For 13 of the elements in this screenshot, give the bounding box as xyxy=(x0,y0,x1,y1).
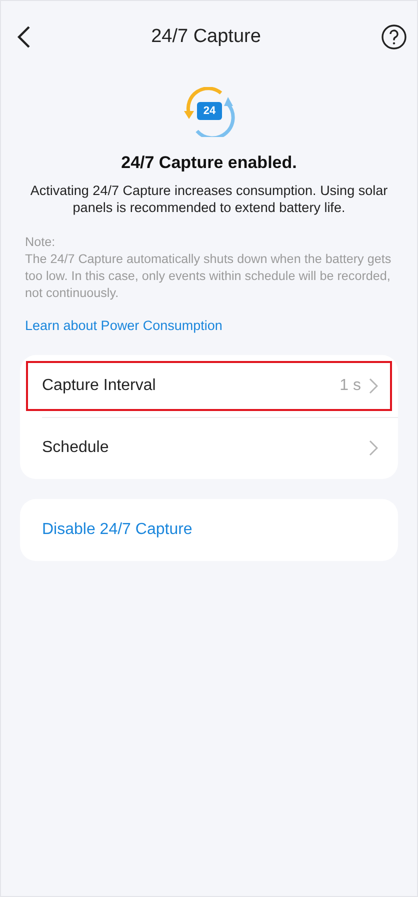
note-label: Note: xyxy=(25,234,56,251)
note-text: The 24/7 Capture automatically shuts down when the battery gets too low. In this case, only events within schedule will be recorded, not continuously. xyxy=(25,251,392,302)
status-heading: 24/7 Capture enabled. xyxy=(121,153,297,173)
settings-row[interactable]: Capture Interval 1 s xyxy=(20,355,398,417)
page-title: 24/7 Capture xyxy=(151,26,261,48)
chevron-icon xyxy=(369,440,378,456)
settings-row[interactable]: Schedule xyxy=(20,417,398,479)
help-button[interactable] xyxy=(380,24,407,50)
disable-button[interactable]: Disable 24/7 Capture xyxy=(20,499,398,561)
back-button[interactable] xyxy=(17,25,31,49)
chevron-icon xyxy=(369,378,378,394)
description-text: Activating 24/7 Capture increases consumption. Using solar panels is recommended to extend battery life. xyxy=(29,182,389,216)
power-consumption-link[interactable]: Learn about Power Consumption xyxy=(25,318,222,333)
